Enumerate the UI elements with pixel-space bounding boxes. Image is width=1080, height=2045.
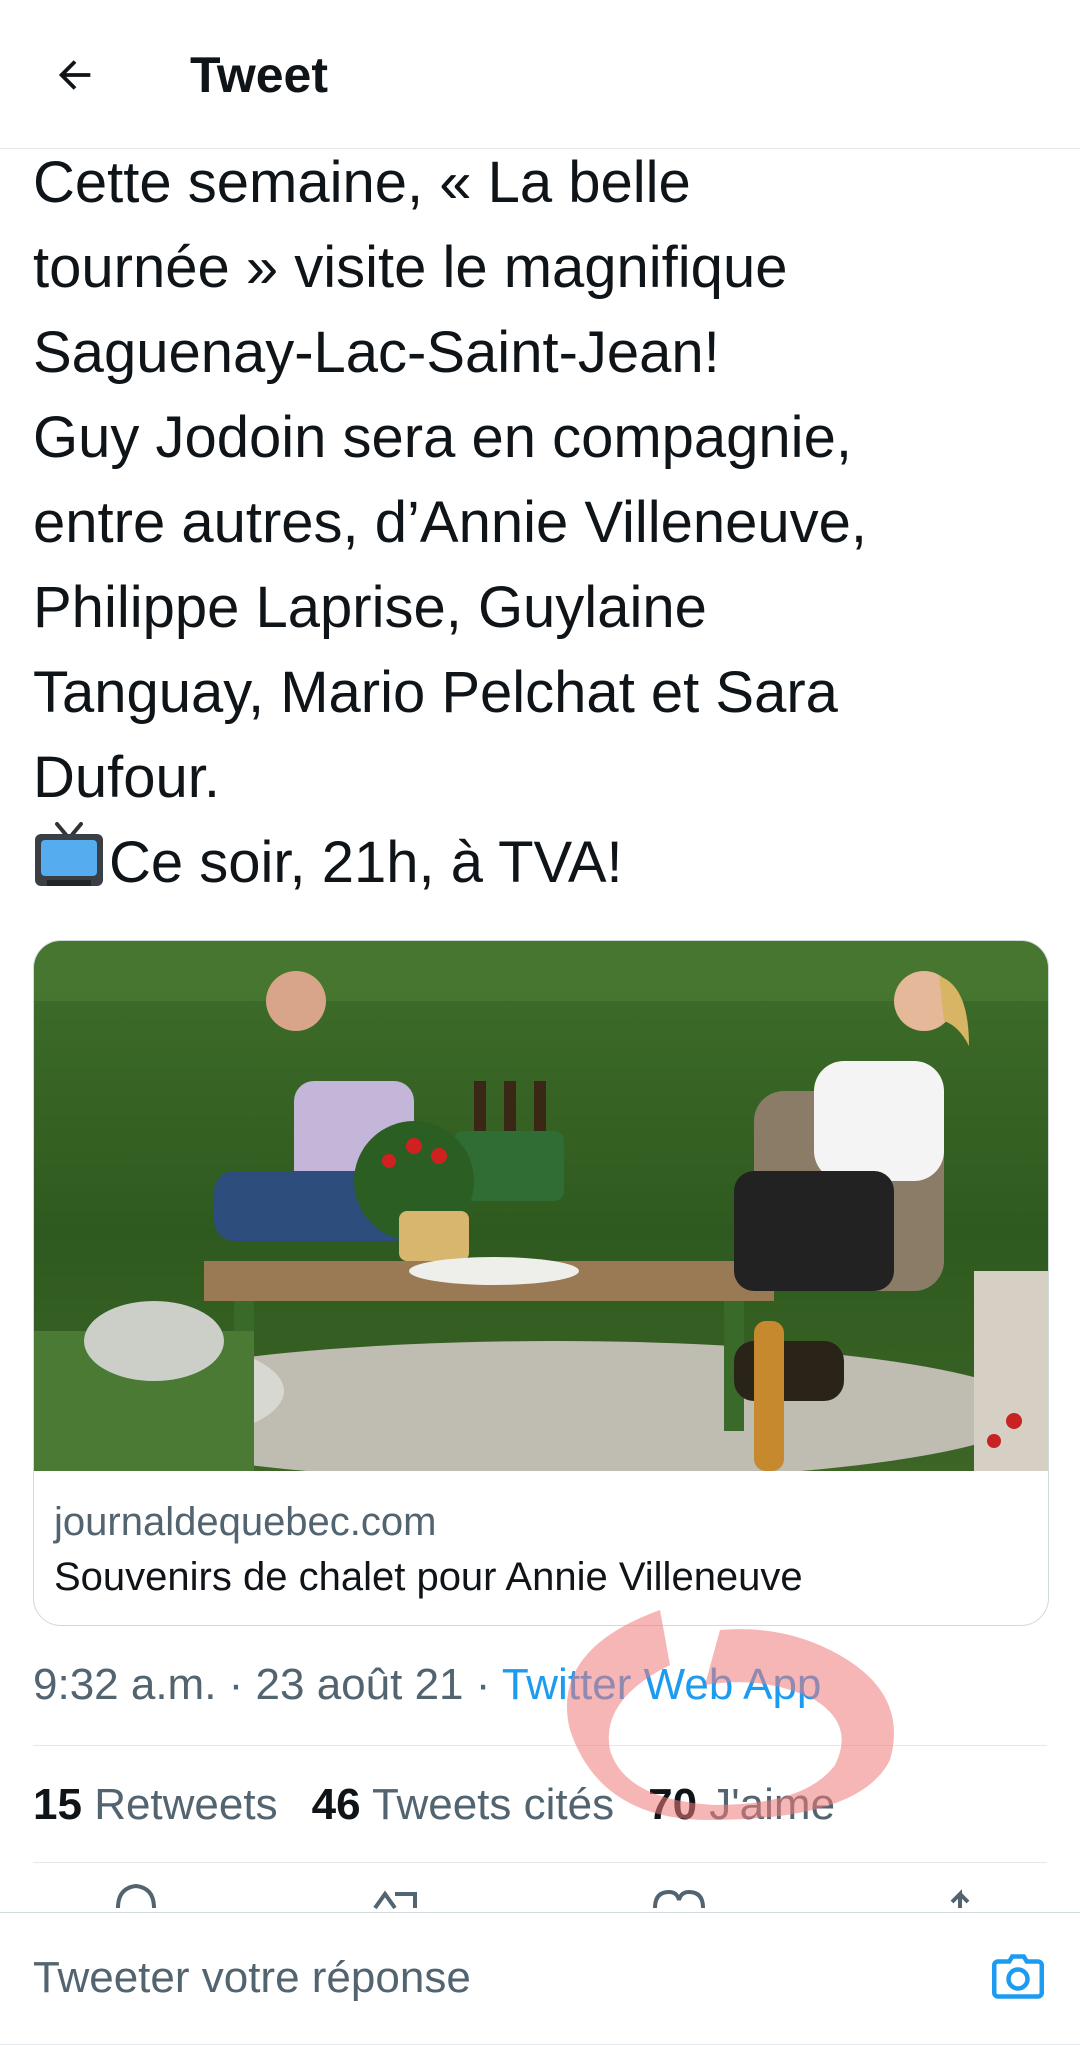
top-bar: Tweet (0, 0, 1080, 149)
share-icon[interactable] (950, 1889, 970, 1908)
retweet-icon[interactable] (373, 1890, 417, 1910)
meta-separator: · (463, 1660, 502, 1709)
camera-icon (992, 1954, 1044, 1999)
retweets-count: 15 (33, 1780, 82, 1829)
retweets-stat[interactable]: 15 Retweets (33, 1770, 278, 1840)
television-icon (33, 822, 105, 890)
link-card[interactable]: journaldequebec.com Souvenirs de chalet … (33, 940, 1049, 1626)
page-title: Tweet (190, 47, 328, 103)
tweet-stats: 15 Retweets 46 Tweets cités 70 J'aime (33, 1770, 835, 1840)
reply-input[interactable] (33, 1943, 933, 2013)
tweet-source-link[interactable]: Twitter Web App (502, 1660, 822, 1709)
quotes-count: 46 (311, 1780, 361, 1829)
tweet-actions-row (0, 1860, 1080, 1910)
likes-label: J'aime (709, 1780, 836, 1829)
card-title: Souvenirs de chalet pour Annie Villeneuv… (54, 1555, 803, 1599)
quotes-label: Tweets cités (372, 1780, 615, 1829)
like-icon[interactable] (653, 1889, 705, 1909)
card-photo (34, 941, 1048, 1471)
card-domain: journaldequebec.com (54, 1500, 437, 1544)
card-meta: journaldequebec.com Souvenirs de chalet … (54, 1496, 1028, 1606)
likes-count: 70 (648, 1780, 698, 1829)
retweets-label: Retweets (94, 1780, 278, 1829)
likes-stat[interactable]: 70 J'aime (648, 1770, 835, 1840)
tweet-body: Cette semaine, « La belle tournée » visi… (33, 150, 868, 810)
tweet-last-line: Ce soir, 21h, à TVA! (109, 830, 623, 895)
divider (33, 1745, 1047, 1746)
reply-bar (0, 1912, 1080, 2045)
quote-tweets-stat[interactable]: 46 Tweets cités (312, 1770, 614, 1840)
reply-icon[interactable] (116, 1883, 156, 1909)
back-button[interactable] (40, 40, 110, 110)
tweet-time[interactable]: 9:32 a.m. (33, 1660, 216, 1709)
tweet-text: Cette semaine, « La belle tournée » visi… (33, 140, 1043, 905)
tweet-date[interactable]: 23 août 21 (256, 1660, 464, 1709)
camera-button[interactable] (988, 1949, 1048, 2009)
meta-separator: · (216, 1660, 256, 1709)
arrow-left-icon (58, 60, 91, 90)
tweet-timestamp-row: 9:32 a.m. · 23 août 21 · Twitter Web App (33, 1650, 821, 1720)
